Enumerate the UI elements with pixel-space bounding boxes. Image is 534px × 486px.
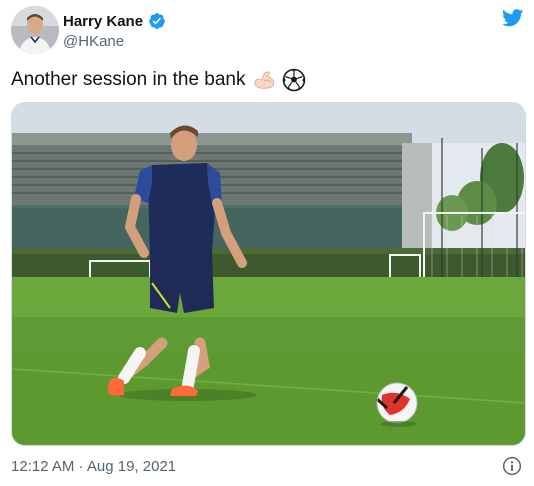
author-name-row: Harry Kane [63, 12, 166, 30]
tweet-text-body: Another session in the bank [11, 69, 246, 90]
tweet-timestamp[interactable]: 12:12 AM · Aug 19, 2021 [11, 458, 176, 475]
avatar[interactable] [11, 6, 59, 54]
tweet-text: Another session in the bank [11, 68, 306, 92]
soccer-ball-icon [282, 68, 306, 92]
info-icon[interactable] [502, 456, 522, 476]
flexed-biceps-icon [252, 68, 276, 92]
verified-badge-icon [148, 12, 166, 30]
twitter-logo-icon[interactable] [502, 9, 524, 27]
display-name[interactable]: Harry Kane [63, 13, 143, 30]
avatar-image [11, 6, 59, 54]
tweet-photo[interactable] [11, 102, 526, 446]
training-photo [12, 103, 525, 445]
user-handle[interactable]: @HKane [63, 33, 124, 50]
tweet-card: Harry Kane @HKane Another session in the… [0, 0, 534, 486]
